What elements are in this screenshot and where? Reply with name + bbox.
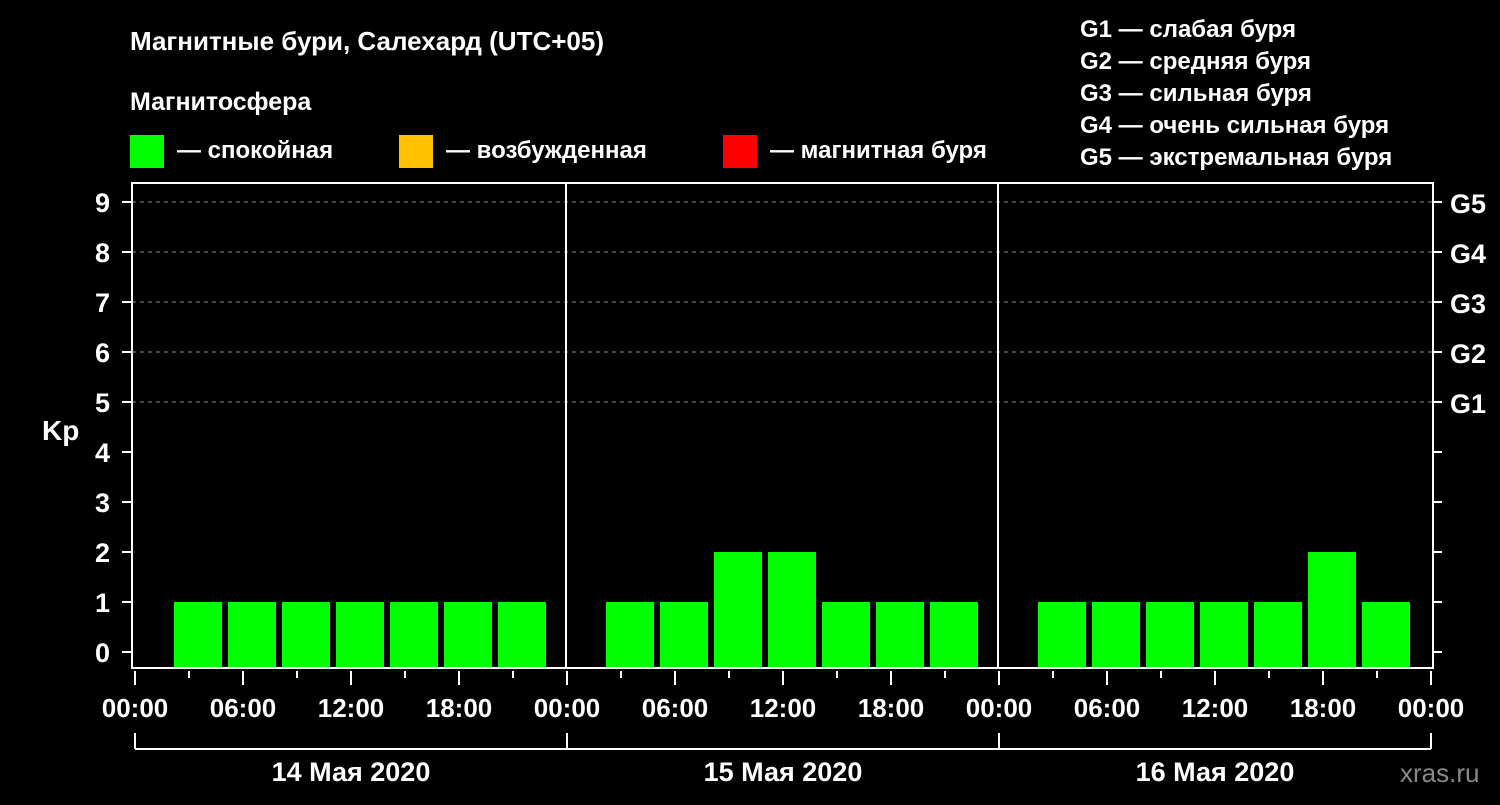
x-tick-label: 06:00 (1074, 693, 1141, 723)
bar (336, 602, 384, 668)
bar (1092, 602, 1140, 668)
bar (498, 602, 546, 668)
legend-label: — возбужденная (446, 137, 647, 164)
bar (1308, 552, 1356, 668)
legend-label: — магнитная буря (770, 137, 987, 164)
scale-legend-item: G2 — средняя буря (1080, 48, 1311, 75)
bar (876, 602, 924, 668)
right-tick-label: G4 (1450, 239, 1486, 269)
x-tick-label: 00:00 (1398, 693, 1465, 723)
scale-legend-item: G3 — сильная буря (1080, 80, 1312, 107)
x-tick-label: 18:00 (1290, 693, 1357, 723)
x-tick-label: 00:00 (966, 693, 1033, 723)
legend-swatch (130, 135, 164, 168)
bar (1038, 602, 1086, 668)
right-tick-label: G1 (1450, 389, 1486, 419)
chart-subtitle: Магнитосфера (130, 88, 312, 116)
bar (1362, 602, 1410, 668)
y-tick-label: 2 (95, 538, 110, 568)
y-tick-label: 0 (95, 638, 110, 668)
bar (282, 602, 330, 668)
grid (132, 201, 1433, 403)
y-tick-label: 1 (95, 588, 110, 618)
watermark: xras.ru (1400, 758, 1479, 788)
scale-legend-item: G1 — слабая буря (1080, 16, 1296, 43)
y-tick-label: 3 (95, 488, 110, 518)
legend-swatch (399, 135, 433, 168)
x-tick-label: 12:00 (1182, 693, 1249, 723)
bar (1146, 602, 1194, 668)
legend-swatch (723, 135, 757, 168)
bar (174, 602, 222, 668)
axes: 0 1 2 3 4 5 6 7 8 9 G1 G2 G3 G4 G5 00:00 06:00 12:00 18:00… (95, 182, 1486, 787)
y-tick-label: 9 (95, 188, 110, 218)
right-tick-label: G2 (1450, 339, 1486, 369)
x-tick-label: 06:00 (642, 693, 709, 723)
bar (228, 602, 276, 668)
bar (822, 602, 870, 668)
y-tick-label: 4 (95, 438, 110, 468)
right-tick-label: G3 (1450, 289, 1486, 319)
bar (606, 602, 654, 668)
x-tick-label: 00:00 (102, 693, 169, 723)
kp-chart: Магнитные бури, Салехард (UTC+05) Магнит… (42, 16, 1486, 788)
x-tick-label: 06:00 (210, 693, 277, 723)
bar (930, 602, 978, 668)
x-tick-label: 00:00 (534, 693, 601, 723)
day-label: 16 Мая 2020 (1136, 757, 1295, 787)
bar (660, 602, 708, 668)
x-tick-label: 12:00 (318, 693, 385, 723)
day-label: 15 Мая 2020 (704, 757, 863, 787)
scale-legend-item: G5 — экстремальная буря (1080, 144, 1392, 171)
bar (390, 602, 438, 668)
x-tick-label: 12:00 (750, 693, 817, 723)
bar (1254, 602, 1302, 668)
x-tick-label: 18:00 (426, 693, 493, 723)
bar (714, 552, 762, 668)
day-label: 14 Мая 2020 (272, 757, 431, 787)
y-tick-label: 7 (95, 288, 110, 318)
right-tick-label: G5 (1450, 189, 1486, 219)
y-tick-label: 8 (95, 238, 110, 268)
chart-title: Магнитные бури, Салехард (UTC+05) (130, 26, 604, 56)
x-tick-label: 18:00 (858, 693, 925, 723)
bar (444, 602, 492, 668)
y-tick-label: 5 (95, 388, 110, 418)
y-tick-label: 6 (95, 338, 110, 368)
scale-legend: G1 — слабая буря G2 — средняя буря G3 — си… (1080, 16, 1392, 171)
scale-legend-item: G4 — очень сильная буря (1080, 112, 1389, 139)
bar (768, 552, 816, 668)
bars (174, 552, 1410, 668)
legend-label: — спокойная (177, 137, 333, 164)
legend: — спокойная — возбужденная — магнитная бур… (130, 135, 987, 168)
bar (1200, 602, 1248, 668)
y-axis-label: Kp (42, 415, 79, 446)
